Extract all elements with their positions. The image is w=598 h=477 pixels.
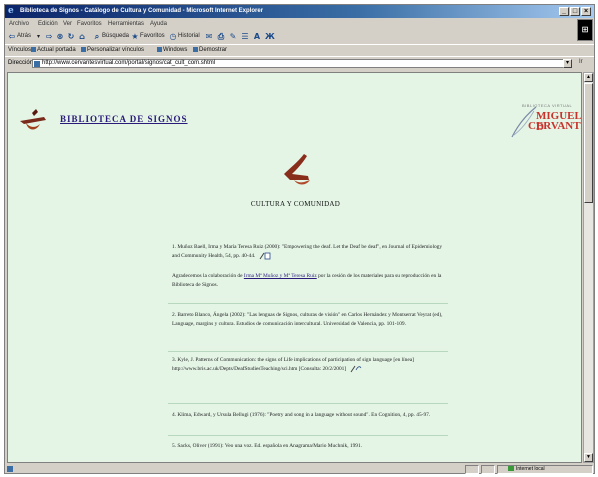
entry-1-text: 1. Muñoz Baell, Irma y María Teresa Ruiz… <box>172 244 443 260</box>
page-status-icon <box>7 466 13 472</box>
menu-edicion[interactable]: Edición <box>38 21 58 27</box>
bibliography-entry-1: 1. Muñoz Baell, Irma y María Teresa Ruiz… <box>172 243 447 261</box>
entry-3-text: 3. Kyle, J. Patterns of Communication: t… <box>172 357 414 373</box>
standard-toolbar: ⇦ Atrás ▾ ⇨ ⊗ ↻ ⌂ ⌕ Búsqueda ★ Favoritos… <box>5 31 575 43</box>
refresh-icon[interactable]: ↻ <box>67 32 75 41</box>
link-label: Windows <box>163 47 188 54</box>
encoding-icon[interactable]: Ж <box>265 32 275 41</box>
menu-ver[interactable]: Ver <box>63 21 72 27</box>
local-intranet-icon <box>508 466 514 472</box>
maximize-button[interactable]: □ <box>570 7 580 16</box>
address-label: Dirección <box>8 60 34 66</box>
bibliography-entry-3: 3. Kyle, J. Patterns of Communication: t… <box>172 356 447 374</box>
favorites-button[interactable]: Favoritos <box>140 33 165 39</box>
scroll-thumb[interactable] <box>584 83 593 203</box>
link-actual-portada[interactable]: Actual portada <box>31 47 76 53</box>
acknowledgement-pre: Agradecemos la colaboración de <box>172 273 243 279</box>
security-zone: Internet local <box>508 466 545 472</box>
windows-logo-throbber: ⊞ <box>577 19 593 41</box>
entry-divider <box>168 435 448 436</box>
window-title: Biblioteca de Signos - Catálogo de Cultu… <box>20 8 264 14</box>
close-button[interactable]: × <box>581 7 591 16</box>
search-button[interactable]: Búsqueda <box>102 33 129 39</box>
minimize-button[interactable]: _ <box>559 7 569 16</box>
edit-icon[interactable]: ✎ <box>229 32 237 41</box>
status-pane <box>481 465 495 474</box>
windows-logo-icon: ⊞ <box>581 25 589 34</box>
zone-label: Internet local <box>516 466 545 472</box>
cervantes-virtual-logo[interactable]: BIBLIOTECA VIRTUAL MIGUEL D CERVANTES <box>508 103 581 143</box>
culture-community-hand-icon <box>284 154 310 185</box>
link-personalizar[interactable]: Personalizar vínculos <box>81 47 144 53</box>
address-url: http://www.cervantesvirtual.com/portal/s… <box>42 60 216 66</box>
entry-4-text: 4. Klima, Edward, y Ursula Bellugi (1976… <box>172 412 431 418</box>
bibliography-entry-5: 5. Sacks, Oliver (1991): Veo una voz. Ed… <box>172 442 447 451</box>
entry-2-text: 2. Barreto Blanco, Ángela (2002): "Las l… <box>172 312 443 327</box>
menu-archivo[interactable]: Archivo <box>9 21 29 27</box>
window-controls: _ □ × <box>559 7 591 16</box>
external-link-icon[interactable] <box>350 365 362 373</box>
links-label: Vínculos <box>8 47 32 53</box>
text-size-icon[interactable]: A <box>253 32 261 41</box>
acknowledgement-note: Agradecemos la colaboración de Irma Mª M… <box>172 272 447 290</box>
vertical-scrollbar[interactable]: ▲ ▼ <box>583 72 594 463</box>
link-demostrar[interactable]: Demostrar <box>193 47 227 53</box>
bibliography-entry-4: 4. Klima, Edward, y Ursula Bellugi (1976… <box>172 411 447 420</box>
stop-icon[interactable]: ⊗ <box>56 32 64 41</box>
page-icon <box>81 47 86 52</box>
link-windows[interactable]: Windows <box>157 47 187 53</box>
scroll-down-icon[interactable]: ▼ <box>584 453 593 462</box>
page-icon <box>34 61 40 67</box>
menu-bar: Archivo Edición Ver Favoritos Herramient… <box>5 19 594 30</box>
browser-window: e Biblioteca de Signos - Catálogo de Cul… <box>4 4 595 474</box>
mail-icon[interactable]: ✉ <box>205 32 213 41</box>
link-label: Actual portada <box>37 47 76 54</box>
link-label: Personalizar vínculos <box>87 47 145 54</box>
scroll-up-icon[interactable]: ▲ <box>584 73 593 82</box>
page-icon <box>193 47 198 52</box>
section-title: CULTURA Y COMUNIDAD <box>250 200 341 208</box>
page-content: BIBLIOTECA DE SIGNOS BIBLIOTECA VIRTUAL … <box>7 72 582 463</box>
bibliography-entry-2: 2. Barreto Blanco, Ángela (2002): "Las l… <box>172 311 447 329</box>
menu-herramientas[interactable]: Herramientas <box>108 21 144 27</box>
biblioteca-signos-logo-icon[interactable] <box>18 107 48 137</box>
partner-line2: CERVANTES <box>528 120 581 132</box>
back-button[interactable]: Atrás <box>17 33 31 39</box>
address-input[interactable]: http://www.cervantesvirtual.com/portal/s… <box>32 59 572 68</box>
status-pane <box>465 465 479 474</box>
discuss-icon[interactable]: ☰ <box>241 32 249 41</box>
search-icon[interactable]: ⌕ <box>93 32 101 41</box>
download-document-icon[interactable] <box>259 252 271 260</box>
address-bar: Dirección http://www.cervantesvirtual.co… <box>5 56 594 69</box>
favorites-icon[interactable]: ★ <box>131 32 139 41</box>
entry-divider <box>168 351 448 352</box>
menu-ayuda[interactable]: Ayuda <box>150 21 167 27</box>
entry-divider <box>168 303 448 304</box>
link-label: Demostrar <box>199 47 228 54</box>
menu-favoritos[interactable]: Favoritos <box>77 21 102 27</box>
status-bar: Internet local <box>5 465 594 474</box>
go-button[interactable]: Ir <box>579 59 583 65</box>
entry-5-text: 5. Sacks, Oliver (1991): Veo una voz. Ed… <box>172 443 363 449</box>
authors-link[interactable]: Irma Mª Muñoz y Mª Teresa Ruiz <box>244 273 317 279</box>
internet-explorer-icon: e <box>8 6 14 16</box>
entry-divider <box>168 403 448 404</box>
print-icon[interactable]: ⎙ <box>217 32 225 41</box>
site-title-link[interactable]: BIBLIOTECA DE SIGNOS <box>60 114 188 124</box>
forward-arrow-icon[interactable]: ⇨ <box>45 32 53 41</box>
home-icon[interactable]: ⌂ <box>78 32 86 41</box>
links-bar: Vínculos Actual portada Personalizar vín… <box>5 44 594 55</box>
history-icon[interactable]: ◷ <box>169 32 177 41</box>
address-dropdown-icon[interactable]: ▾ <box>563 59 572 68</box>
history-button[interactable]: Historial <box>178 33 200 39</box>
back-arrow-icon[interactable]: ⇦ <box>8 32 16 41</box>
page-icon <box>157 47 162 52</box>
title-bar[interactable]: e Biblioteca de Signos - Catálogo de Cul… <box>5 5 594 18</box>
back-dropdown-icon[interactable]: ▾ <box>37 33 40 40</box>
page-icon <box>31 47 36 52</box>
